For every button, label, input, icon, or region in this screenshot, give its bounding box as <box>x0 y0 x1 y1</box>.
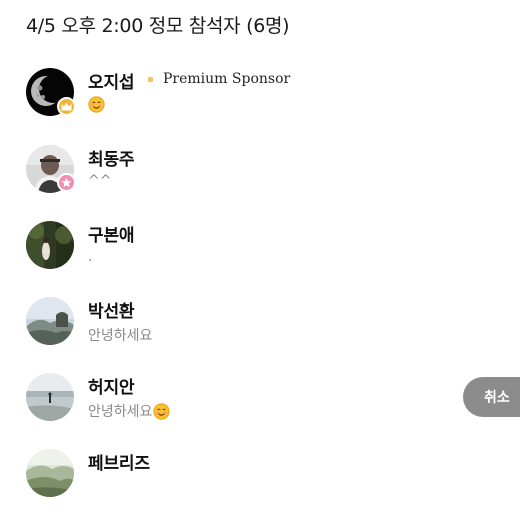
member-name: 페브리즈 <box>88 454 150 474</box>
crown-badge-icon <box>57 97 76 116</box>
member-row[interactable]: 오지섭 Premium Sponsor <box>26 68 466 132</box>
status-text: ^^ <box>88 173 112 189</box>
status-text: 안녕하세요 <box>88 328 153 344</box>
member-row[interactable]: 최동주 ^^ <box>26 145 466 209</box>
attendee-list-page: 4/5 오후 2:00 정모 참석자 (6명) 오지섭 Premium Spon… <box>0 0 520 525</box>
status-text: 안녕하세요 <box>88 404 153 420</box>
member-status: . <box>88 249 92 265</box>
member-row[interactable]: 페브리즈 <box>26 449 466 513</box>
member-status: 안녕하세요 <box>88 325 152 345</box>
member-row[interactable]: 허지안 안녕하세요 <box>26 373 466 437</box>
member-name: 최동주 <box>88 150 135 170</box>
member-status <box>88 96 105 113</box>
sponsor-label: Premium Sponsor <box>163 71 291 87</box>
member-status: 안녕하세요 <box>88 401 170 421</box>
sponsor-dot-icon <box>148 76 153 82</box>
sponsor-tag: Premium Sponsor <box>148 71 290 87</box>
member-name: 박선환 <box>88 302 135 322</box>
member-name: 구본애 <box>88 226 135 246</box>
hills-photo-avatar-image <box>26 449 74 497</box>
forest-photo-avatar-image <box>26 221 74 269</box>
member-name: 오지섭 <box>88 73 135 93</box>
member-row[interactable]: 구본애 . <box>26 221 466 285</box>
smiling-face-emoji <box>88 96 105 113</box>
status-text: . <box>88 249 93 265</box>
member-row[interactable]: 박선환 안녕하세요 <box>26 297 466 361</box>
member-status: ^^ <box>88 173 111 189</box>
star-badge-icon <box>57 173 76 192</box>
page-title: 4/5 오후 2:00 정모 참석자 (6명) <box>26 15 290 37</box>
avatar[interactable] <box>26 373 74 421</box>
avatar[interactable] <box>26 297 74 345</box>
smiling-face-emoji <box>153 402 170 420</box>
cancel-button[interactable]: 취소 <box>463 377 520 417</box>
avatar[interactable] <box>26 221 74 269</box>
avatar[interactable] <box>26 449 74 497</box>
beach-photo-avatar-image <box>26 373 74 421</box>
member-name: 허지안 <box>88 378 135 398</box>
landscape-photo-avatar-image <box>26 297 74 345</box>
